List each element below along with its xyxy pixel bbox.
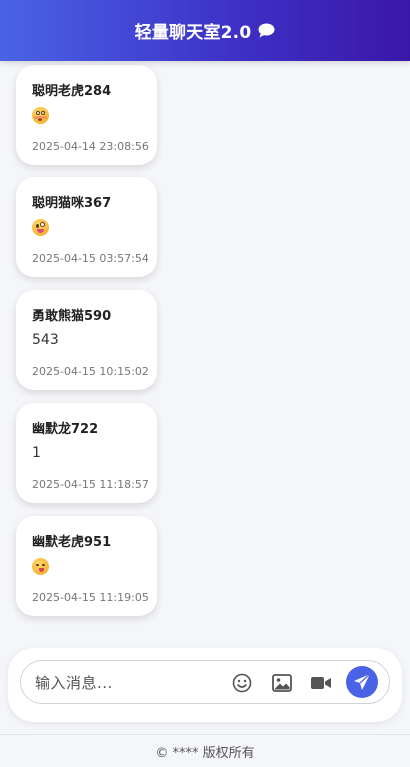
message-time: 2025-04-15 11:18:57 bbox=[32, 478, 149, 491]
footer: © **** 版权所有 bbox=[0, 734, 410, 767]
chat-bubble-icon bbox=[258, 23, 275, 38]
zany-face-emoji bbox=[32, 219, 49, 236]
composer bbox=[20, 660, 390, 704]
app-title: 轻量聊天室2.0 bbox=[134, 23, 252, 43]
message-sender: 幽默龙722 bbox=[32, 422, 99, 437]
message-bubble: 幽默龙722 1 2025-04-15 11:18:57 bbox=[16, 403, 157, 503]
app-header: 轻量聊天室2.0 bbox=[0, 0, 410, 61]
smiley-icon[interactable] bbox=[231, 672, 253, 694]
message-time: 2025-04-15 11:19:05 bbox=[32, 591, 149, 604]
send-button[interactable] bbox=[346, 666, 378, 698]
message-time: 2025-04-14 23:08:56 bbox=[32, 140, 149, 153]
message-input[interactable] bbox=[35, 670, 215, 696]
message-bubble: 勇敢熊猫590 543 2025-04-15 10:15:02 bbox=[16, 290, 157, 390]
message-sender: 聪明老虎284 bbox=[32, 84, 112, 99]
paper-plane-icon bbox=[353, 673, 371, 691]
composer-panel bbox=[8, 648, 402, 722]
copyright-text: © **** 版权所有 bbox=[155, 745, 255, 761]
message-time: 2025-04-15 10:15:02 bbox=[32, 365, 149, 378]
image-icon[interactable] bbox=[271, 672, 293, 694]
message-text: 1 bbox=[32, 445, 41, 461]
yum-face-emoji bbox=[32, 558, 49, 575]
video-icon[interactable] bbox=[310, 672, 332, 694]
message-time: 2025-04-15 03:57:54 bbox=[32, 252, 149, 265]
message-sender: 聪明猫咪367 bbox=[32, 196, 112, 211]
message-bubble: 聪明老虎284 2025-04-14 23:08:56 bbox=[16, 65, 157, 165]
message-bubble: 聪明猫咪367 2025-04-15 03:57:54 bbox=[16, 177, 157, 277]
message-bubble: 幽默老虎951 2025-04-15 11:19:05 bbox=[16, 516, 157, 616]
flushed-face-emoji bbox=[32, 107, 49, 124]
message-text: 543 bbox=[32, 332, 59, 348]
message-sender: 勇敢熊猫590 bbox=[32, 309, 112, 324]
message-list[interactable]: 聪明老虎284 2025-04-14 23:08:56 聪明猫咪367 2025… bbox=[0, 61, 410, 641]
message-sender: 幽默老虎951 bbox=[32, 535, 112, 550]
